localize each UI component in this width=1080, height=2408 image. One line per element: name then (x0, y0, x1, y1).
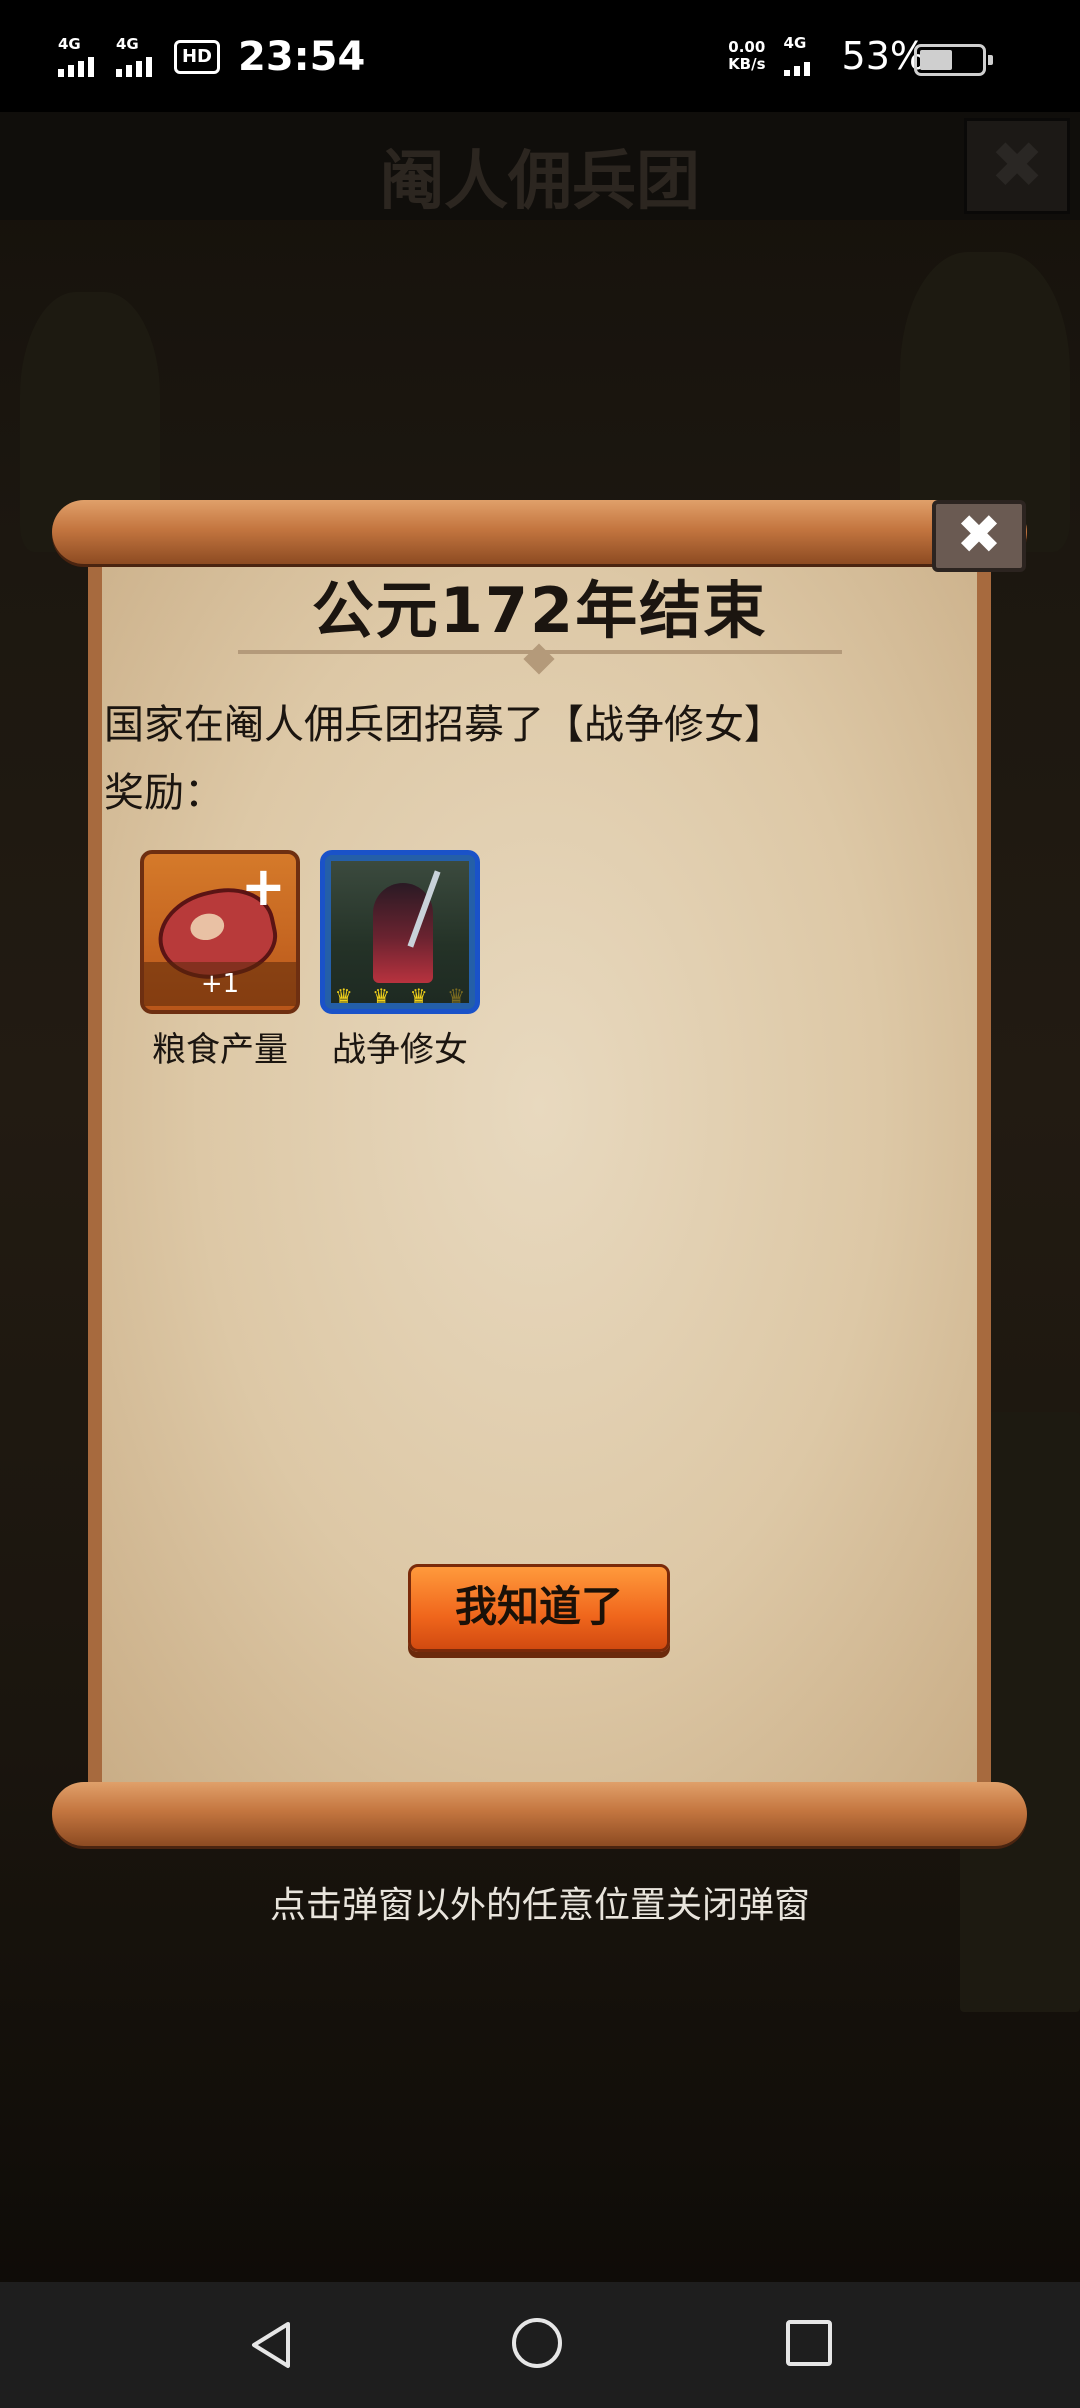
signal-icon-2: 4G (116, 35, 160, 79)
clock: 23:54 (238, 34, 366, 80)
crown-icon: ♛ (372, 984, 391, 1008)
game-header: 阉人佣兵团 ✖ (0, 112, 1080, 220)
crown-icon: ♛ (409, 984, 428, 1008)
popup-message: 国家在阉人佣兵团招募了【战争修女】 (104, 702, 784, 748)
confirm-button[interactable]: 我知道了 (408, 1564, 670, 1652)
back-icon[interactable] (244, 2318, 298, 2372)
speed-unit: KB/s (728, 55, 766, 73)
signal-icon-3: 4G (783, 34, 824, 78)
hd-voice-icon: HD (174, 40, 220, 74)
network-type-label-3: 4G (783, 34, 807, 52)
scroll-bottom-rod (52, 1782, 1027, 1846)
popup-title: 公元172年结束 (311, 574, 768, 647)
reward-item-food[interactable]: + +1 粮食产量 (140, 850, 300, 1071)
reward-name: 粮食产量 (152, 1030, 288, 1070)
home-icon[interactable] (512, 2318, 562, 2368)
crown-rating: ♛ ♛ ♛ ♛ (325, 983, 475, 1009)
status-bar: 4G 4G HD 23:54 0.00 KB/s 4G 53% (0, 0, 1080, 112)
reward-icon-frame: + +1 (140, 850, 300, 1014)
navigation-bar (0, 2282, 1080, 2408)
scroll-top-rod (52, 500, 1027, 564)
reward-label: 奖励： (104, 770, 224, 816)
game-header-title: 阉人佣兵团 (380, 145, 700, 219)
war-nun-portrait (331, 861, 469, 1003)
battery-icon (914, 44, 993, 76)
reward-name: 战争修女 (332, 1030, 468, 1070)
speed-value: 0.00 (728, 38, 766, 56)
network-type-label: 4G (58, 35, 81, 53)
crown-icon: ♛ (447, 984, 466, 1008)
reward-item-hero[interactable]: ♛ ♛ ♛ ♛ 战争修女 (320, 850, 480, 1071)
reward-icon-frame: ♛ ♛ ♛ ♛ (320, 850, 480, 1014)
close-hint: 点击弹窗以外的任意位置关闭弹窗 (269, 1885, 810, 1926)
network-speed: 0.00 KB/s (728, 39, 765, 73)
crown-icon: ♛ (334, 984, 353, 1008)
network-type-label-2: 4G (116, 35, 139, 53)
plus-icon: + (240, 855, 286, 918)
signal-icon: 4G (58, 35, 102, 79)
game-header-close-button[interactable]: ✖ (964, 118, 1070, 214)
reward-amount: +1 (144, 962, 296, 1006)
recent-apps-icon[interactable] (786, 2320, 832, 2366)
